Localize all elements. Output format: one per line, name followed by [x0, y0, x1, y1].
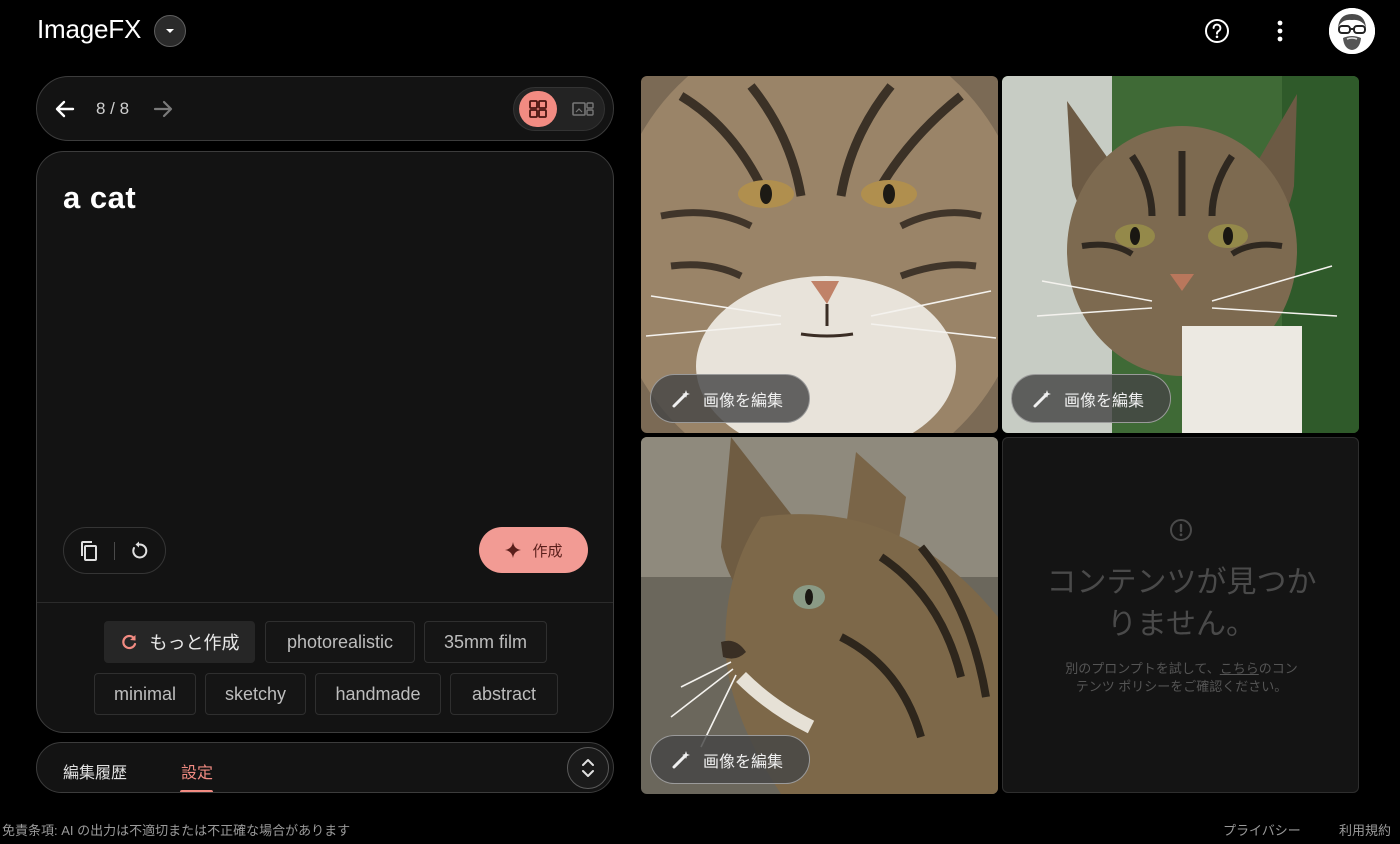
empty-result-tile: コンテンツが見つかりません。 別のプロンプトを試して、こちらのコンテンツ ポリシ…	[1002, 437, 1359, 793]
chip-handmade[interactable]: handmade	[315, 673, 441, 715]
content-policy-link[interactable]: こちら	[1220, 661, 1259, 676]
copy-icon[interactable]	[78, 540, 100, 562]
reset-icon[interactable]	[128, 540, 150, 562]
avatar-illustration	[1329, 8, 1375, 54]
avatar[interactable]	[1329, 8, 1375, 54]
arrow-right-icon[interactable]	[151, 97, 175, 121]
tab-edit-history[interactable]: 編集履歴	[63, 759, 127, 783]
generated-image-2[interactable]: 画像を編集	[1002, 76, 1359, 433]
page-counter: 8 / 8	[96, 99, 130, 118]
unfold-icon	[582, 759, 594, 777]
more-create-chip[interactable]: もっと作成	[104, 621, 255, 663]
grid-view-icon	[529, 100, 547, 118]
generated-image-1[interactable]: 画像を編集	[641, 76, 998, 433]
create-button[interactable]: 作成	[479, 527, 588, 573]
tab-settings[interactable]: 設定	[181, 759, 213, 783]
more-create-label: もっと作成	[149, 633, 240, 653]
terms-link[interactable]: 利用規約	[1339, 820, 1391, 839]
edit-image-label: 画像を編集	[1064, 392, 1145, 410]
tool-divider	[114, 542, 115, 560]
create-button-label: 作成	[532, 542, 563, 560]
chip-35mm-film[interactable]: 35mm film	[424, 621, 547, 663]
magic-wand-icon	[1033, 389, 1051, 407]
prompt-input[interactable]: a cat	[63, 180, 136, 216]
empty-title: コンテンツが見つかりません。	[1046, 566, 1317, 641]
app-switcher-dropdown[interactable]	[154, 15, 186, 47]
active-tab-indicator	[180, 790, 213, 792]
card-divider	[37, 602, 613, 603]
chip-photorealistic[interactable]: photorealistic	[265, 621, 415, 663]
empty-description: 別のプロンプトを試して、こちらのコンテンツ ポリシーをご確認ください。	[1065, 660, 1298, 696]
prompt-tools	[63, 527, 166, 574]
edit-image-label: 画像を編集	[703, 392, 784, 410]
app-title: ImageFX	[37, 14, 142, 44]
empty-desc-before: 別のプロンプトを試して、	[1065, 661, 1220, 676]
privacy-link[interactable]: プライバシー	[1223, 820, 1301, 839]
bottom-tab-bar: 編集履歴 設定	[36, 742, 614, 793]
chevron-down-icon	[166, 29, 174, 33]
expand-button[interactable]	[567, 747, 609, 789]
more-vert-icon[interactable]	[1268, 18, 1292, 44]
chip-minimal[interactable]: minimal	[94, 673, 196, 715]
edit-image-button[interactable]: 画像を編集	[1011, 374, 1171, 423]
disclaimer: 免責条項: AI の出力は不適切または不正確な場合があります	[2, 823, 351, 838]
prompt-card: a cat 作成 もっと作成 photorealistic 35mm film …	[36, 151, 614, 733]
help-icon[interactable]	[1204, 18, 1230, 44]
list-view-button[interactable]	[564, 91, 602, 127]
list-view-icon	[572, 102, 594, 116]
refresh-icon	[121, 634, 136, 650]
generated-image-3[interactable]: 画像を編集	[641, 437, 998, 794]
arrow-left-icon[interactable]	[53, 97, 77, 121]
grid-view-button[interactable]	[519, 91, 557, 127]
magic-wand-icon	[672, 750, 690, 768]
chip-abstract[interactable]: abstract	[450, 673, 558, 715]
sparkle-icon	[505, 542, 522, 558]
edit-image-label: 画像を編集	[703, 753, 784, 771]
magic-wand-icon	[672, 389, 690, 407]
navigation-bar: 8 / 8	[36, 76, 614, 141]
chip-sketchy[interactable]: sketchy	[205, 673, 306, 715]
edit-image-button[interactable]: 画像を編集	[650, 374, 810, 423]
edit-image-button[interactable]: 画像を編集	[650, 735, 810, 784]
info-icon	[1170, 519, 1192, 541]
view-toggle	[513, 87, 605, 131]
